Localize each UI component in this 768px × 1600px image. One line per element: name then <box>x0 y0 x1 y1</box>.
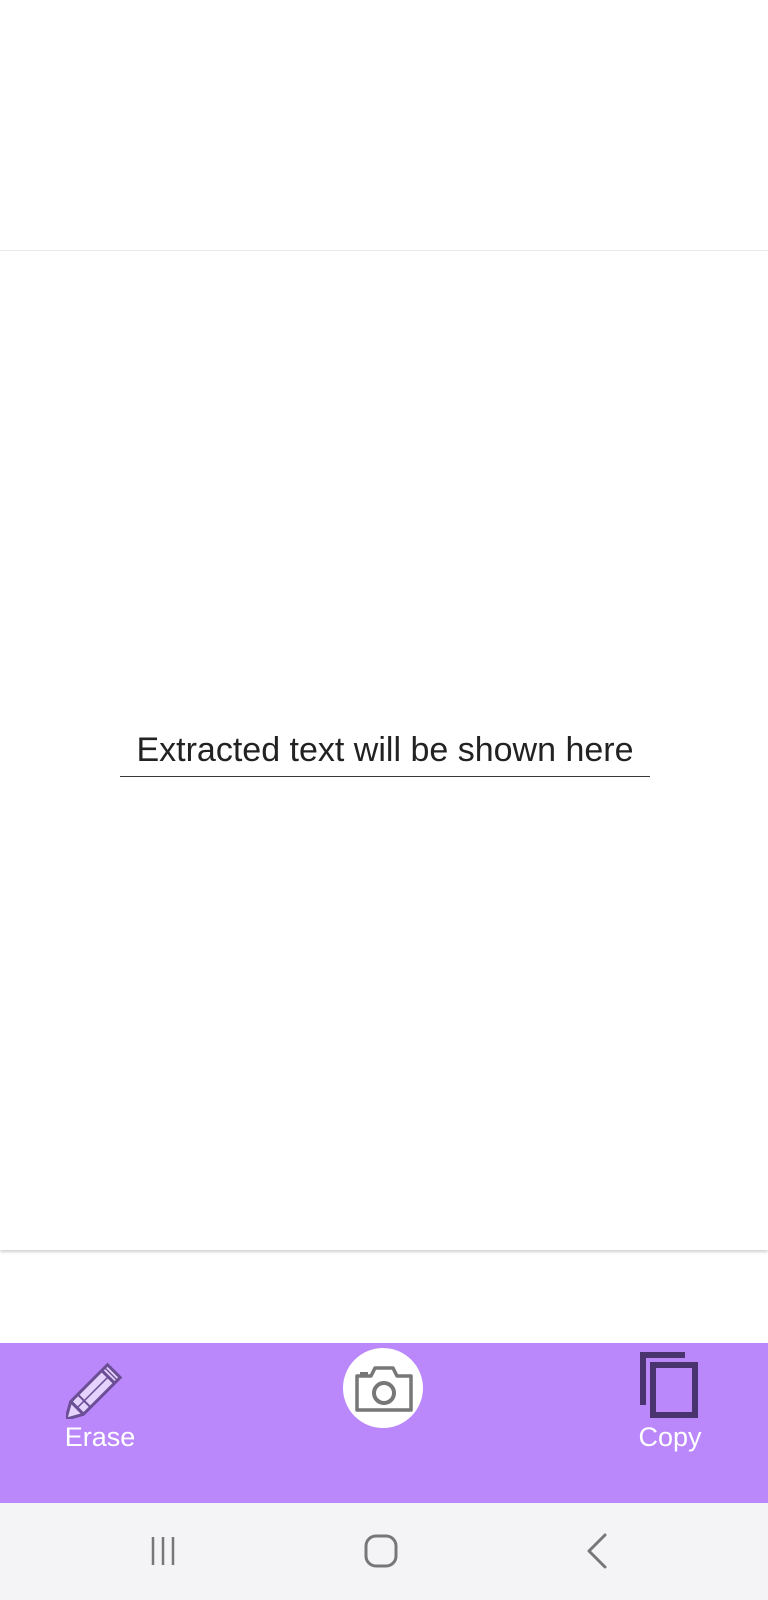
back-button[interactable] <box>567 1521 627 1581</box>
back-icon <box>587 1533 607 1569</box>
pencil-icon <box>66 1362 123 1419</box>
camera-icon <box>355 1366 413 1412</box>
recents-button[interactable] <box>136 1521 196 1581</box>
erase-button[interactable]: Erase <box>40 1343 160 1503</box>
copy-icon <box>640 1352 698 1418</box>
camera-button[interactable] <box>340 1343 428 1503</box>
top-area <box>0 0 768 251</box>
extracted-text-field[interactable]: Extracted text will be shown here <box>120 727 650 777</box>
recents-icon <box>151 1537 175 1565</box>
bottom-action-bar: Erase Copy <box>0 1343 768 1503</box>
copy-label: Copy <box>638 1422 702 1452</box>
home-icon <box>364 1534 398 1568</box>
system-navigation-bar <box>0 1503 768 1600</box>
camera-button-circle <box>343 1348 423 1428</box>
erase-label: Erase <box>64 1422 136 1452</box>
home-button[interactable] <box>351 1521 411 1581</box>
copy-button[interactable]: Copy <box>610 1343 730 1503</box>
